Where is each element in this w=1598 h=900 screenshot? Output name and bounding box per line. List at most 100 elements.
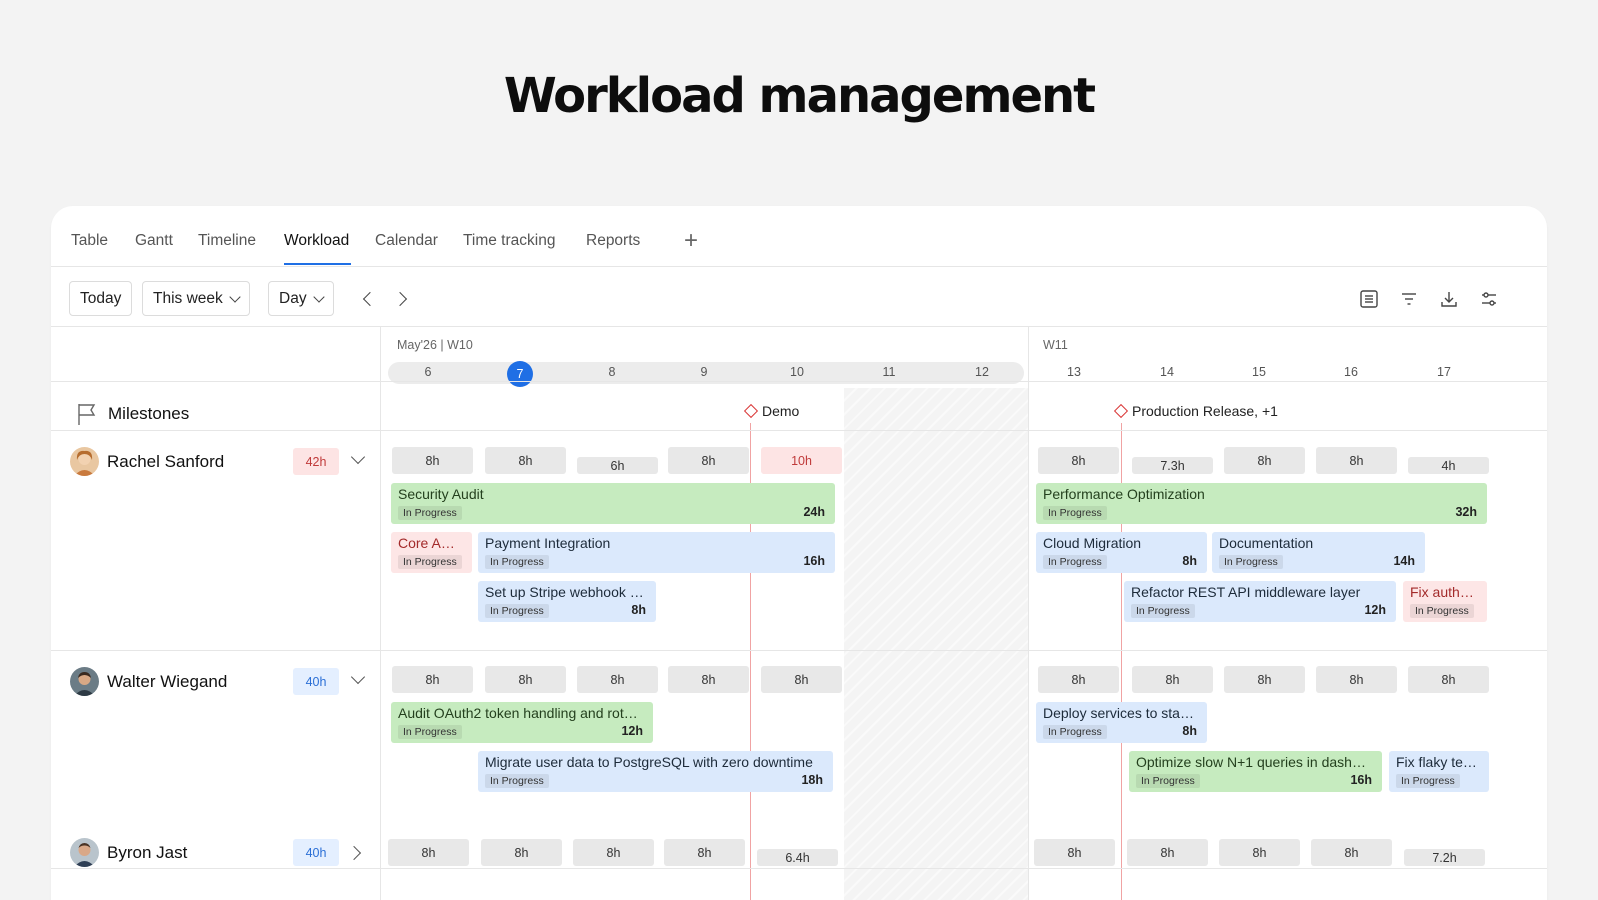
task-title: Deploy services to stagi…	[1043, 705, 1200, 721]
day-13[interactable]: 13	[1059, 365, 1089, 379]
capacity-cell[interactable]: 8h	[668, 447, 749, 474]
capacity-cell[interactable]: 7.2h	[1404, 849, 1485, 866]
capacity-cell[interactable]: 8h	[1038, 666, 1119, 693]
capacity-cell[interactable]: 7.3h	[1132, 457, 1213, 474]
capacity-cell[interactable]: 8h	[392, 666, 473, 693]
task-bar[interactable]: Cloud Migration In Progress 8h	[1036, 532, 1207, 573]
expand-chevron-icon[interactable]	[346, 845, 362, 861]
capacity-cell[interactable]: 8h	[1316, 666, 1397, 693]
task-bar[interactable]: Payment Integration In Progress 16h	[478, 532, 835, 573]
person-rachel-sanford[interactable]: Rachel Sanford	[70, 447, 224, 476]
capacity-cell[interactable]: 4h	[1408, 457, 1489, 474]
capacity-cell[interactable]: 8h	[1316, 447, 1397, 474]
task-bar[interactable]: Audit OAuth2 token handling and rotat… In…	[391, 702, 653, 743]
task-bar[interactable]: Core API… In Progress	[391, 532, 472, 573]
capacity-cell-overload[interactable]: 10h	[761, 447, 842, 474]
person-walter-wiegand[interactable]: Walter Wiegand	[70, 667, 227, 696]
day-7-today[interactable]: 7	[507, 361, 533, 387]
collapse-chevron-icon[interactable]	[350, 449, 366, 465]
avatar	[70, 667, 99, 696]
capacity-cell[interactable]: 6h	[577, 457, 658, 474]
day-12[interactable]: 12	[967, 365, 997, 379]
capacity-cell[interactable]: 8h	[1224, 447, 1305, 474]
avatar	[70, 447, 99, 476]
task-title: Fix flaky tes…	[1396, 754, 1482, 770]
day-10[interactable]: 10	[782, 365, 812, 379]
tab-table[interactable]: Table	[71, 232, 108, 250]
person-byron-jast[interactable]: Byron Jast	[70, 838, 187, 867]
tab-workload[interactable]: Workload	[284, 232, 349, 250]
collapse-chevron-icon[interactable]	[350, 669, 366, 685]
task-bar[interactable]: Deploy services to stagi… In Progress 8h	[1036, 702, 1207, 743]
task-status: In Progress	[1043, 506, 1107, 520]
capacity-cell[interactable]: 8h	[392, 447, 473, 474]
capacity-cell[interactable]: 8h	[485, 666, 566, 693]
list-view-icon[interactable]	[1359, 289, 1379, 309]
day-14[interactable]: 14	[1152, 365, 1182, 379]
avatar	[70, 838, 99, 867]
capacity-cell[interactable]: 8h	[485, 447, 566, 474]
task-bar[interactable]: Optimize slow N+1 queries in dashbo… In P…	[1129, 751, 1382, 792]
next-arrow-icon[interactable]	[392, 291, 408, 307]
tab-time-tracking[interactable]: Time tracking	[463, 232, 555, 250]
milestone-demo[interactable]: Demo	[743, 403, 799, 419]
task-bar[interactable]: Performance Optimization In Progress 32h	[1036, 483, 1487, 524]
prev-arrow-icon[interactable]	[362, 291, 378, 307]
task-bar[interactable]: Documentation In Progress 14h	[1212, 532, 1425, 573]
task-title: Optimize slow N+1 queries in dashbo…	[1136, 754, 1375, 770]
filter-icon[interactable]	[1399, 289, 1419, 309]
scale-dropdown[interactable]: Day	[268, 281, 334, 316]
task-bar[interactable]: Security Audit In Progress 24h	[391, 483, 835, 524]
capacity-cell[interactable]: 8h	[577, 666, 658, 693]
tab-reports[interactable]: Reports	[586, 232, 640, 250]
capacity-cell[interactable]: 8h	[481, 839, 562, 866]
person-name: Byron Jast	[107, 842, 188, 862]
capacity-cell[interactable]: 8h	[1038, 447, 1119, 474]
task-status: In Progress	[485, 604, 549, 618]
day-17[interactable]: 17	[1429, 365, 1459, 379]
capacity-cell[interactable]: 8h	[1034, 839, 1115, 866]
task-title: Security Audit	[398, 486, 484, 502]
range-dropdown[interactable]: This week	[142, 281, 250, 316]
capacity-cell[interactable]: 8h	[664, 839, 745, 866]
task-hours: 18h	[801, 773, 823, 787]
task-title: Core API…	[398, 535, 465, 551]
tab-timeline[interactable]: Timeline	[198, 232, 256, 250]
settings-sliders-icon[interactable]	[1479, 289, 1499, 309]
task-title: Performance Optimization	[1043, 486, 1205, 502]
day-8[interactable]: 8	[597, 365, 627, 379]
task-status: In Progress	[485, 555, 549, 569]
task-bar[interactable]: Set up Stripe webhook h… In Progress 8h	[478, 581, 656, 622]
milestone-production-release[interactable]: Production Release, +1	[1113, 403, 1278, 419]
capacity-cell[interactable]: 6.4h	[757, 849, 838, 866]
day-11[interactable]: 11	[874, 365, 904, 379]
day-9[interactable]: 9	[689, 365, 719, 379]
capacity-cell[interactable]: 8h	[1311, 839, 1392, 866]
milestones-label: Milestones	[108, 404, 190, 423]
capacity-cell[interactable]: 8h	[1224, 666, 1305, 693]
capacity-cell[interactable]: 8h	[1127, 839, 1208, 866]
capacity-cell[interactable]: 8h	[388, 839, 469, 866]
tab-gantt[interactable]: Gantt	[135, 232, 173, 250]
day-16[interactable]: 16	[1336, 365, 1366, 379]
add-view-icon[interactable]: +	[684, 227, 698, 255]
capacity-cell[interactable]: 8h	[573, 839, 654, 866]
capacity-cell[interactable]: 8h	[668, 666, 749, 693]
task-status: In Progress	[398, 506, 462, 520]
tab-calendar[interactable]: Calendar	[375, 232, 438, 250]
day-6[interactable]: 6	[413, 365, 443, 379]
capacity-cell[interactable]: 8h	[761, 666, 842, 693]
task-bar[interactable]: Fix flaky tes… In Progress	[1389, 751, 1489, 792]
task-bar[interactable]: Refactor REST API middleware layer In Pro…	[1124, 581, 1396, 622]
row-divider	[51, 430, 1547, 431]
capacity-cell[interactable]: 8h	[1408, 666, 1489, 693]
capacity-cell[interactable]: 8h	[1132, 666, 1213, 693]
task-bar[interactable]: Migrate user data to PostgreSQL with zer…	[478, 751, 833, 792]
day-15[interactable]: 15	[1244, 365, 1274, 379]
task-bar[interactable]: Fix auth b… In Progress	[1403, 581, 1487, 622]
today-button[interactable]: Today	[69, 281, 133, 316]
download-icon[interactable]	[1439, 289, 1459, 309]
total-hours-badge: 40h	[293, 839, 339, 866]
task-status: In Progress	[1136, 774, 1200, 788]
capacity-cell[interactable]: 8h	[1219, 839, 1300, 866]
